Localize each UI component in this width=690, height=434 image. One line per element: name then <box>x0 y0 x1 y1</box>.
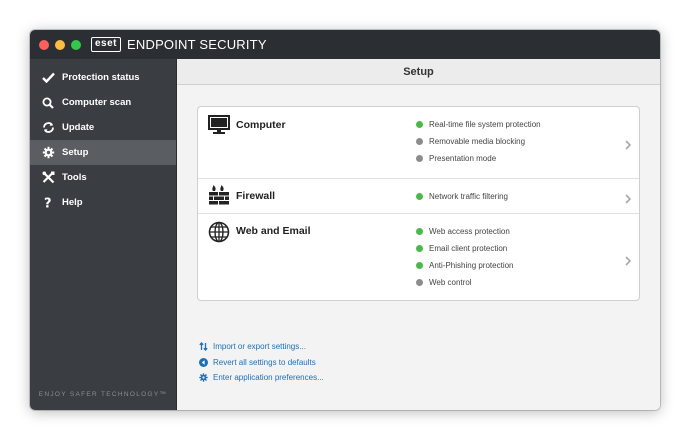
status-dot <box>416 155 423 162</box>
feature-label: Removable media blocking <box>429 137 526 146</box>
status-dot <box>416 262 423 269</box>
sidebar: Protection status Computer scan Update S… <box>30 59 177 410</box>
status-dot <box>416 279 423 286</box>
page-title: Setup <box>177 59 660 85</box>
close-window-button[interactable] <box>39 39 49 50</box>
feature-label: Web control <box>429 278 472 287</box>
check-icon <box>41 71 55 85</box>
feature-row: Anti-Phishing protection <box>416 261 514 270</box>
section-computer[interactable]: Computer Real-time file system protectio… <box>198 107 639 178</box>
revert-icon <box>199 357 208 367</box>
status-dot <box>416 138 423 145</box>
question-icon: ? <box>41 196 55 210</box>
sidebar-item-setup[interactable]: Setup <box>30 140 176 165</box>
refresh-icon <box>41 121 55 135</box>
feature-label: Presentation mode <box>429 154 497 163</box>
app-title: ENDPOINT SECURITY <box>127 37 267 52</box>
chevron-right-icon[interactable] <box>625 253 632 271</box>
setup-panel: Computer Real-time file system protectio… <box>197 106 640 301</box>
sidebar-item-label: Update <box>62 122 95 133</box>
monitor-icon <box>208 115 230 140</box>
revert-settings-link[interactable]: Revert all settings to defaults <box>199 355 324 371</box>
sidebar-item-protection-status[interactable]: Protection status <box>30 65 176 90</box>
feature-row: Removable media blocking <box>416 137 525 146</box>
chevron-right-icon[interactable] <box>625 137 632 155</box>
status-dot <box>416 193 423 200</box>
sidebar-item-update[interactable]: Update <box>30 115 176 140</box>
sidebar-item-tools[interactable]: Tools <box>30 165 176 190</box>
status-dot <box>416 228 423 235</box>
sidebar-item-help[interactable]: ? Help <box>30 190 176 215</box>
sidebar-tagline: ENJOY SAFER TECHNOLOGY™ <box>38 391 168 398</box>
link-label: Enter application preferences... <box>213 373 324 383</box>
import-export-settings-link[interactable]: Import or export settings... <box>199 339 324 355</box>
search-icon <box>41 96 55 110</box>
settings-links: Import or export settings... Revert all … <box>199 339 324 386</box>
feature-row: Email client protection <box>416 244 507 253</box>
feature-label: Network traffic filtering <box>429 192 508 201</box>
main-content: Setup Computer Real-time file system pro… <box>177 59 660 410</box>
status-dot <box>416 121 423 128</box>
eset-logo: eset <box>91 37 122 52</box>
sidebar-item-computer-scan[interactable]: Computer scan <box>30 90 176 115</box>
section-title: Computer <box>236 119 286 131</box>
svg-text:?: ? <box>44 197 52 210</box>
feature-label: Anti-Phishing protection <box>429 261 514 270</box>
feature-row: Web access protection <box>416 227 510 236</box>
feature-label: Email client protection <box>429 244 508 253</box>
section-firewall[interactable]: Firewall Network traffic filtering <box>198 178 639 213</box>
sidebar-item-label: Protection status <box>62 72 140 83</box>
section-web-and-email[interactable]: Web and Email Web access protection Emai… <box>198 213 639 300</box>
sidebar-item-label: Help <box>62 197 83 208</box>
zoom-window-button[interactable] <box>71 39 81 50</box>
chevron-right-icon[interactable] <box>625 191 632 209</box>
sidebar-item-label: Setup <box>62 147 89 158</box>
link-label: Revert all settings to defaults <box>213 357 316 367</box>
application-preferences-link[interactable]: Enter application preferences... <box>199 370 324 386</box>
globe-icon <box>208 221 230 248</box>
status-dot <box>416 245 423 252</box>
section-title: Firewall <box>236 190 276 202</box>
feature-label: Real-time file system protection <box>429 120 541 129</box>
title-bar: eset ENDPOINT SECURITY <box>30 30 660 59</box>
firewall-icon <box>208 185 230 210</box>
link-label: Import or export settings... <box>213 342 306 352</box>
app-window: eset ENDPOINT SECURITY Protection status… <box>30 30 660 410</box>
minimize-window-button[interactable] <box>55 39 65 50</box>
sidebar-item-label: Tools <box>62 172 87 183</box>
import-export-icon <box>199 342 208 352</box>
feature-row: Network traffic filtering <box>416 192 508 201</box>
gear-icon <box>41 146 55 160</box>
gear-icon <box>199 373 208 382</box>
tools-icon <box>41 171 55 185</box>
sidebar-item-label: Computer scan <box>62 97 132 108</box>
window-controls <box>39 39 81 50</box>
feature-row: Web control <box>416 278 472 287</box>
feature-label: Web access protection <box>429 227 510 236</box>
section-title: Web and Email <box>236 225 311 237</box>
feature-row: Presentation mode <box>416 154 496 163</box>
feature-row: Real-time file system protection <box>416 120 541 129</box>
